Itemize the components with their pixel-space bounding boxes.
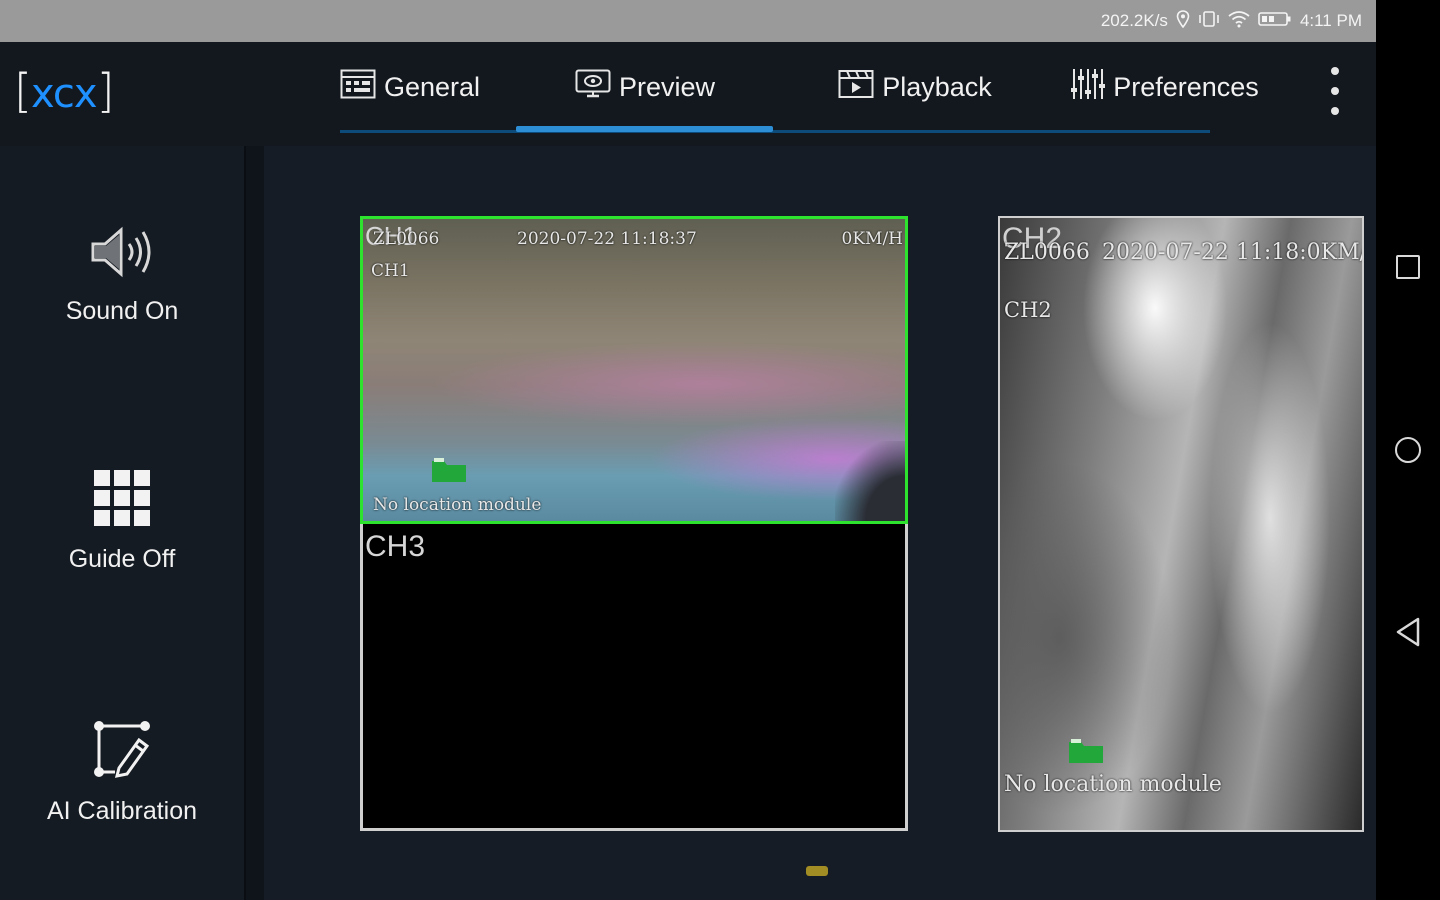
logo-bracket-right: ] xyxy=(96,64,115,118)
calibration-icon xyxy=(91,718,153,787)
page-indicator xyxy=(806,866,828,876)
overflow-menu-button[interactable] xyxy=(1330,67,1340,115)
tab-bar: General Preview Playback Preferences xyxy=(260,42,1270,146)
status-right: 202.2K/s 4:11 PM xyxy=(1101,10,1362,32)
recording-folder-icon xyxy=(1068,738,1104,769)
speaker-icon xyxy=(89,224,155,287)
tab-general[interactable]: General xyxy=(300,42,520,132)
channel-1-osd-channel: CH1 xyxy=(371,261,410,281)
tab-preview-label: Preview xyxy=(618,71,716,102)
general-icon xyxy=(340,69,376,106)
recents-button[interactable] xyxy=(1376,237,1440,297)
feed-shadow xyxy=(835,441,905,521)
channel-1-feed[interactable]: CH1 ZL0066 2020-07-22 11:18:37 0KM/H CH1… xyxy=(360,216,908,524)
tab-general-label: General xyxy=(383,71,481,102)
location-icon xyxy=(1176,10,1190,32)
battery-icon xyxy=(1258,11,1292,31)
channel-1-osd-speed: 0KM/H xyxy=(841,229,903,249)
channel-1-osd-timestamp: 2020-07-22 11:18:37 xyxy=(517,229,697,249)
status-bar: 202.2K/s 4:11 PM xyxy=(0,0,1376,42)
clock: 4:11 PM xyxy=(1299,11,1362,30)
tab-playback-label: Playback xyxy=(882,71,992,102)
left-sidebar: Sound On Guide Off AI Calibration xyxy=(0,146,246,900)
tab-preferences[interactable]: Preferences xyxy=(1050,42,1280,132)
guide-toggle-label: Guide Off xyxy=(68,545,176,573)
home-button[interactable] xyxy=(1376,420,1440,480)
home-icon xyxy=(1395,437,1421,463)
logo-text: xcx xyxy=(30,71,98,117)
system-navigation-bar xyxy=(1376,0,1440,900)
tab-preferences-label: Preferences xyxy=(1113,71,1259,102)
sound-toggle-label: Sound On xyxy=(65,297,179,325)
channel-1-osd-location: No location module xyxy=(373,495,542,515)
ai-calibration-label: AI Calibration xyxy=(46,797,198,825)
channel-2-osd-channel: CH2 xyxy=(1004,298,1052,322)
channel-2-osd-plate: ZL0066 xyxy=(1004,240,1090,265)
guide-toggle-button[interactable]: Guide Off xyxy=(0,468,244,574)
app-header: [xcx] General Preview Playback Preferenc… xyxy=(0,42,1376,146)
channel-3-feed[interactable]: CH3 xyxy=(360,524,908,831)
channel-2-osd-location: No location module xyxy=(1004,772,1222,797)
more-dot xyxy=(1331,107,1339,115)
back-button[interactable] xyxy=(1376,604,1440,664)
recents-icon xyxy=(1396,255,1420,279)
grid-icon xyxy=(92,468,152,535)
tab-playback[interactable]: Playback xyxy=(790,42,1040,132)
tab-preview[interactable]: Preview xyxy=(530,42,760,132)
wifi-icon xyxy=(1228,10,1250,32)
ai-calibration-button[interactable]: AI Calibration xyxy=(0,718,244,826)
logo-bracket-left: [ xyxy=(14,64,32,118)
more-dot xyxy=(1331,87,1339,95)
network-speed: 202.2K/s xyxy=(1100,11,1168,30)
preferences-icon xyxy=(1071,68,1106,107)
channel-2-feed[interactable]: CH2 ZL0066 2020-07-22 11:18:0KM/H CH2 No… xyxy=(998,216,1364,832)
more-dot xyxy=(1331,67,1339,75)
vibrate-icon xyxy=(1198,10,1220,32)
playback-icon xyxy=(838,69,874,106)
channel-2-osd-timestamp: 2020-07-22 11:18:0KM/H xyxy=(1102,240,1364,265)
app-logo: [xcx] xyxy=(14,64,115,118)
sound-toggle-button[interactable]: Sound On xyxy=(0,224,244,326)
channel-3-label: CH3 xyxy=(365,530,426,563)
back-icon xyxy=(1395,617,1421,652)
channel-1-osd-plate: ZL0066 xyxy=(373,229,440,249)
preview-icon xyxy=(575,69,611,106)
recording-folder-icon xyxy=(431,457,467,488)
